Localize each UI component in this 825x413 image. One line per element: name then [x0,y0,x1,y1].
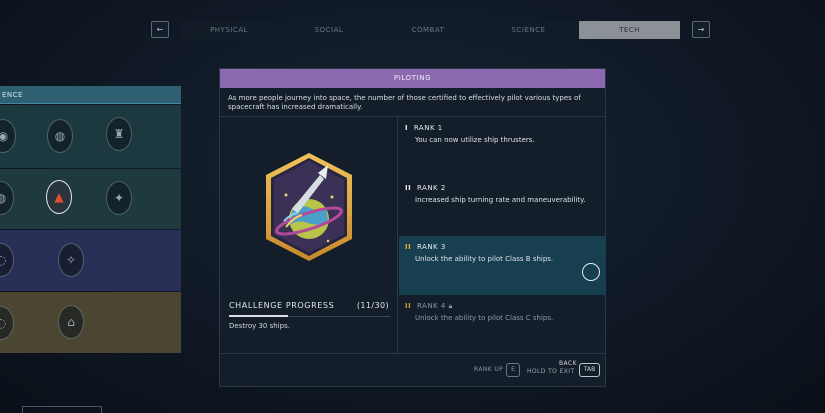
rank-description: Unlock the ability to pilot Class B ship… [415,255,554,263]
back-label: BACK [559,360,577,367]
rank-4-row[interactable]: II RANK 4 🔒︎ Unlock the ability to pilot… [399,295,606,354]
rank-up-key-button[interactable]: E [506,363,520,377]
rank-description: Unlock the ability to pilot Class C ship… [415,314,554,322]
rank-pips-icon: II [405,302,412,310]
rank-label: RANK 2 [416,184,446,192]
rank-header: II RANK 3 [405,243,446,251]
tier-4-row: ◌ ⌂ [0,292,181,353]
rank-label: RANK 4 [416,302,446,310]
challenge-progress-bar [229,315,390,317]
rank-header: I RANK 1 [405,124,443,132]
tier-3-row: ◌ ✧ [0,230,181,291]
tab-label: SCIENCE [511,26,546,34]
challenge-description: Destroy 30 ships. [229,322,290,330]
tab-combat[interactable]: COMBAT [380,21,476,39]
skill-description: As more people journey into space, the n… [220,88,605,117]
skill-slot-icon[interactable]: ◍ [47,119,73,153]
skill-slot-icon[interactable]: ◍ [0,181,14,215]
panel-footer: RANK UP E BACK HOLD TO EXIT TAB [220,353,605,386]
challenge-progress-count: (11/30) [356,301,389,310]
skill-title: PILOTING [220,69,605,88]
arrow-left-icon: ← [156,25,164,34]
challenge-progress-label: CHALLENGE PROGRESS [229,301,335,310]
skill-tree-panel: ENCE ◉ ◍ ♜ ◍ ▲ ✦ ◌ ✧ ◌ ⌂ [0,86,181,353]
rank-1-row[interactable]: I RANK 1 You can now utilize ship thrust… [399,117,606,176]
rank-label: RANK 3 [416,243,446,251]
piloting-badge-icon [262,151,356,263]
rank-description: Increased ship turning rate and maneuver… [415,196,586,204]
skill-slot-icon[interactable]: ◌ [0,306,14,340]
category-header: ENCE [0,86,181,104]
rank-pips-icon: I [405,124,409,132]
rank-header: II RANK 2 [405,184,446,192]
tier-2-row: ◍ ▲ ✦ [0,169,181,229]
rank-description: You can now utilize ship thrusters. [415,136,535,144]
rank-pips-icon: II [405,184,412,192]
bottom-frame [22,406,102,413]
tab-label: PHYSICAL [210,26,248,34]
tab-label: COMBAT [411,26,445,34]
rank-2-row[interactable]: II RANK 2 Increased ship turning rate an… [399,177,606,236]
next-category-button[interactable]: → [692,21,710,38]
back-key-button[interactable]: TAB [579,363,600,377]
select-cursor-icon [582,263,600,281]
rank-up-label: RANK UP [474,366,504,373]
tab-physical[interactable]: PHYSICAL [181,21,277,39]
rank-label: RANK 1 [413,124,443,132]
tier-1-row: ◉ ◍ ♜ [0,105,181,168]
skill-badge-column: CHALLENGE PROGRESS (11/30) Destroy 30 sh… [220,117,398,353]
skill-detail-panel: PILOTING As more people journey into spa… [219,68,606,387]
lock-icon: 🔒︎ [448,302,453,310]
hold-to-exit-label: HOLD TO EXIT [527,368,575,375]
tab-label: TECH [619,26,640,34]
rank-pips-icon: II [405,243,412,251]
rank-3-row[interactable]: II RANK 3 Unlock the ability to pilot Cl… [399,236,606,295]
skill-category-tabs: ← PHYSICAL SOCIAL COMBAT SCIENCE TECH → [151,21,710,39]
tab-social[interactable]: SOCIAL [281,21,377,39]
skill-slot-icon[interactable]: ◌ [0,243,14,277]
skill-slot-icon[interactable]: ✦ [106,181,132,215]
tab-label: SOCIAL [314,26,344,34]
tab-tech[interactable]: TECH [579,21,680,39]
tab-science[interactable]: SCIENCE [479,21,578,39]
skill-slot-icon[interactable]: ◉ [0,119,16,153]
challenge-progress-fill [229,315,289,317]
skill-slot-icon[interactable]: ♜ [106,117,132,151]
prev-category-button[interactable]: ← [151,21,169,38]
skill-slot-icon[interactable]: ⌂ [58,305,84,339]
skill-slot-icon[interactable]: ▲ [46,180,72,214]
rank-header: II RANK 4 🔒︎ [405,302,453,311]
skill-slot-icon[interactable]: ✧ [58,243,84,277]
arrow-right-icon: → [697,25,705,34]
